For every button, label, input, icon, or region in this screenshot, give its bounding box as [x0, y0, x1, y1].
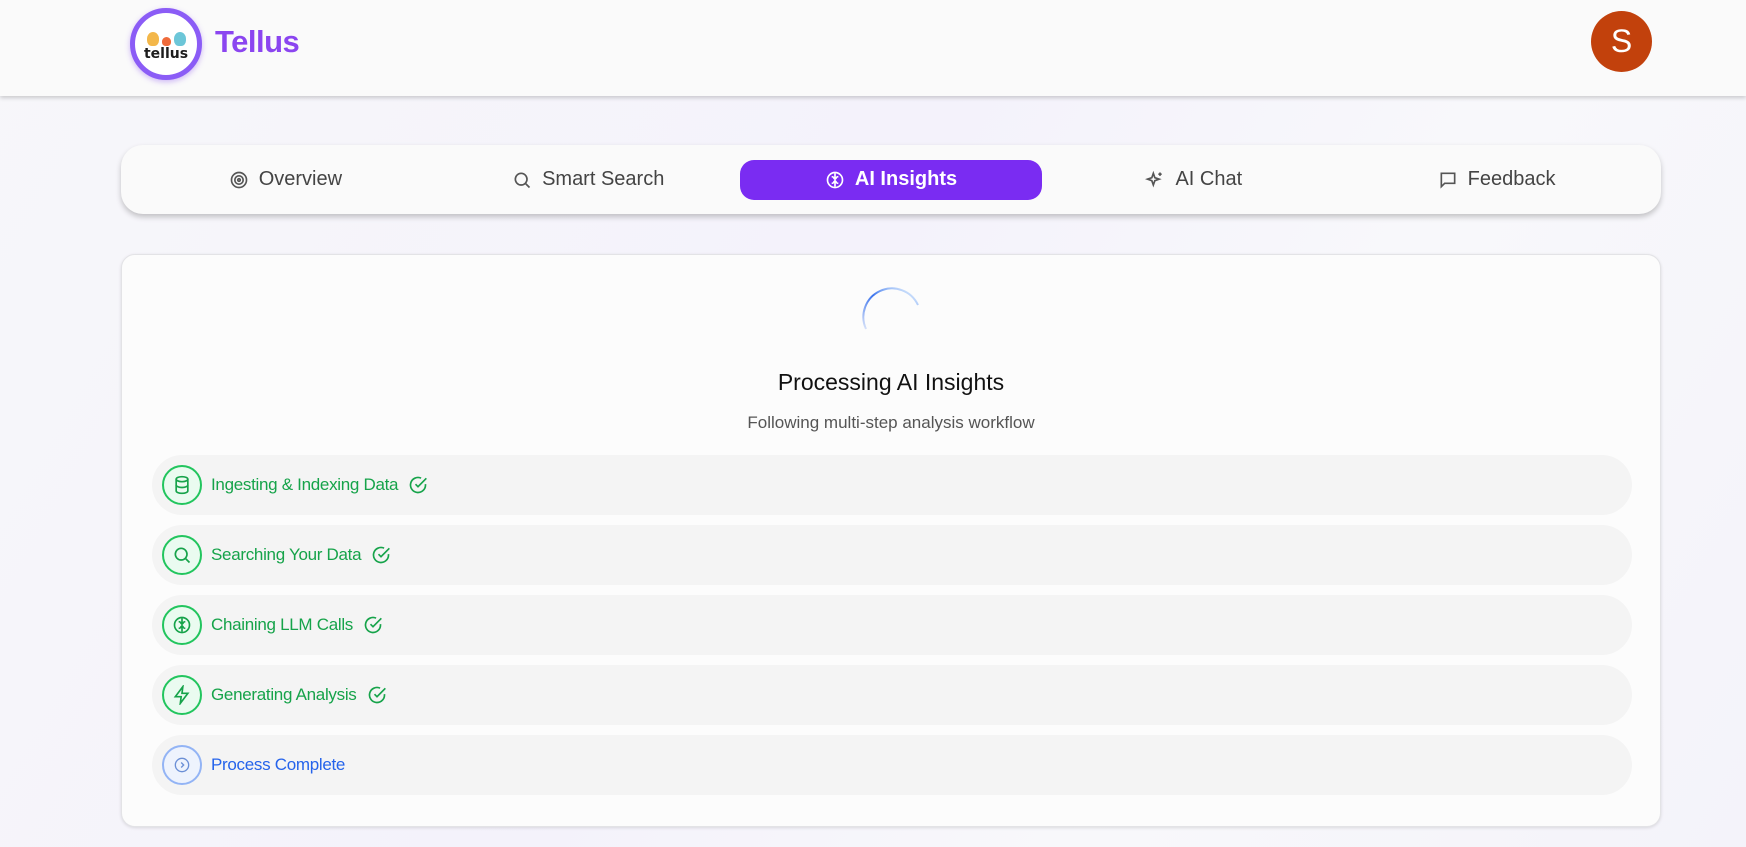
- step-generating: Generating Analysis: [152, 665, 1632, 725]
- step-chaining: Chaining LLM Calls: [152, 595, 1632, 655]
- step-label: Generating Analysis: [211, 685, 357, 704]
- tab-smart-search[interactable]: Smart Search: [437, 160, 740, 200]
- app-header: tellus Tellus S: [0, 0, 1746, 96]
- check-circle-icon: [368, 686, 386, 704]
- tab-label: AI Insights: [854, 168, 958, 190]
- processing-title: Processing AI Insights: [777, 369, 1005, 395]
- main-tabs: Overview Smart Search AI Insights AI Cha…: [121, 145, 1661, 214]
- search-icon: [514, 172, 531, 188]
- sparkles-icon: [1145, 170, 1163, 188]
- message-icon: [1440, 172, 1456, 189]
- tab-ai-chat[interactable]: AI Chat: [1042, 160, 1345, 200]
- step-label: Chaining LLM Calls: [211, 615, 354, 634]
- step-complete: Process Complete: [152, 735, 1632, 795]
- loading-spinner-icon: [862, 287, 919, 330]
- workflow-steps: Ingesting & Indexing Data Searching Your…: [152, 455, 1632, 805]
- step-label: Searching Your Data: [211, 545, 362, 564]
- processing-subtitle: Following multi-step analysis workflow: [747, 413, 1035, 432]
- brain-icon: [826, 171, 844, 188]
- tab-label: Smart Search: [542, 168, 665, 190]
- step-ingesting: Ingesting & Indexing Data: [152, 455, 1632, 515]
- brain-icon: [173, 616, 191, 634]
- tab-label: AI Chat: [1175, 168, 1243, 190]
- database-icon: [175, 475, 189, 495]
- zap-icon: [173, 685, 190, 705]
- tab-overview[interactable]: Overview: [134, 160, 437, 200]
- target-icon: [230, 171, 248, 188]
- check-circle-icon: [409, 476, 428, 494]
- chevron-circle-icon: [174, 757, 190, 773]
- logo-text: tellus: [143, 45, 189, 62]
- tab-ai-insights[interactable]: AI Insights: [739, 159, 1043, 200]
- user-avatar[interactable]: S: [1591, 11, 1652, 72]
- step-label: Ingesting & Indexing Data: [211, 475, 399, 494]
- search-icon: [174, 547, 191, 564]
- check-circle-icon: [372, 546, 391, 564]
- brand-name[interactable]: Tellus: [215, 24, 300, 60]
- tab-label: Overview: [258, 168, 343, 190]
- tellus-logo[interactable]: tellus: [130, 8, 202, 80]
- check-circle-icon: [364, 616, 382, 634]
- tab-feedback[interactable]: Feedback: [1345, 160, 1648, 200]
- tab-label: Feedback: [1467, 168, 1556, 190]
- step-label: Process Complete: [211, 755, 346, 774]
- step-searching: Searching Your Data: [152, 525, 1632, 585]
- lightbulb-icon: [146, 31, 186, 46]
- processing-card: Processing AI Insights Following multi-s…: [121, 254, 1661, 827]
